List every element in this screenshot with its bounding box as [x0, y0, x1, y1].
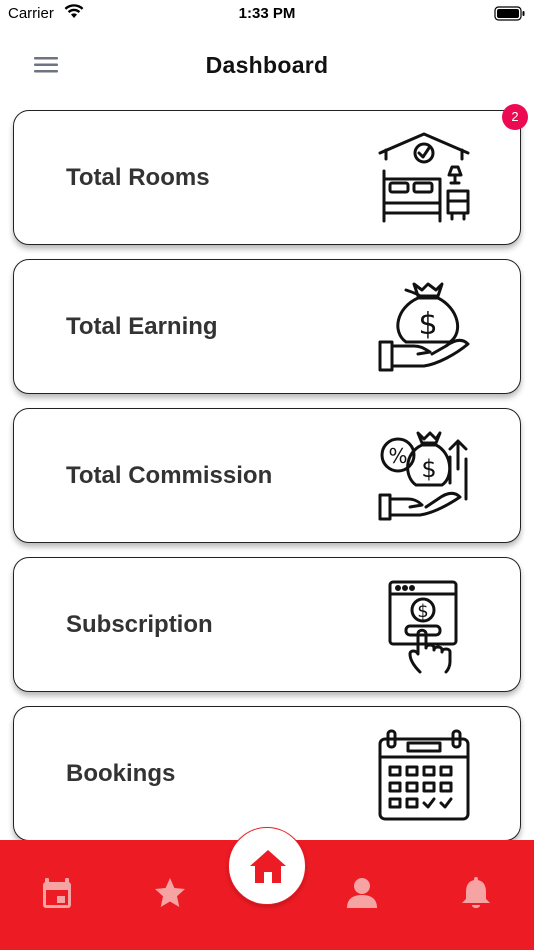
calendar-icon	[378, 729, 470, 821]
page-title: Dashboard	[205, 52, 329, 78]
svg-text:$: $	[417, 601, 428, 622]
bookings-card[interactable]: Bookings	[13, 706, 521, 841]
money-bag-hand-icon: $	[378, 282, 470, 372]
bedroom-icon	[378, 132, 470, 223]
subscription-click-icon: $	[388, 580, 458, 674]
subscription-label: Subscription	[66, 610, 213, 638]
subscription-card[interactable]: Subscription $	[13, 557, 521, 692]
total-earning-label: Total Earning	[66, 312, 218, 340]
star-icon[interactable]	[153, 876, 187, 910]
svg-text:$: $	[421, 455, 436, 483]
total-earning-card[interactable]: Total Earning $	[13, 259, 521, 394]
total-commission-label: Total Commission	[66, 461, 273, 489]
commission-icon: % $	[378, 431, 468, 521]
bell-icon[interactable]	[459, 876, 493, 910]
svg-text:%: %	[388, 444, 407, 468]
total-rooms-label: Total Rooms	[66, 163, 210, 191]
notification-badge: 2	[502, 104, 528, 130]
home-button[interactable]	[228, 827, 306, 905]
svg-text:$: $	[418, 307, 437, 342]
status-bar: Carrier 1:33 PM	[0, 0, 534, 28]
bookings-label: Bookings	[66, 759, 176, 787]
total-commission-card[interactable]: Total Commission % $	[13, 408, 521, 543]
profile-icon[interactable]	[345, 876, 379, 910]
calendar-icon[interactable]	[40, 876, 74, 910]
battery-icon	[494, 6, 525, 21]
header: Dashboard	[0, 40, 534, 90]
clock: 1:33 PM	[238, 5, 296, 22]
home-icon	[250, 850, 286, 883]
total-rooms-card[interactable]: Total Rooms	[13, 110, 521, 245]
